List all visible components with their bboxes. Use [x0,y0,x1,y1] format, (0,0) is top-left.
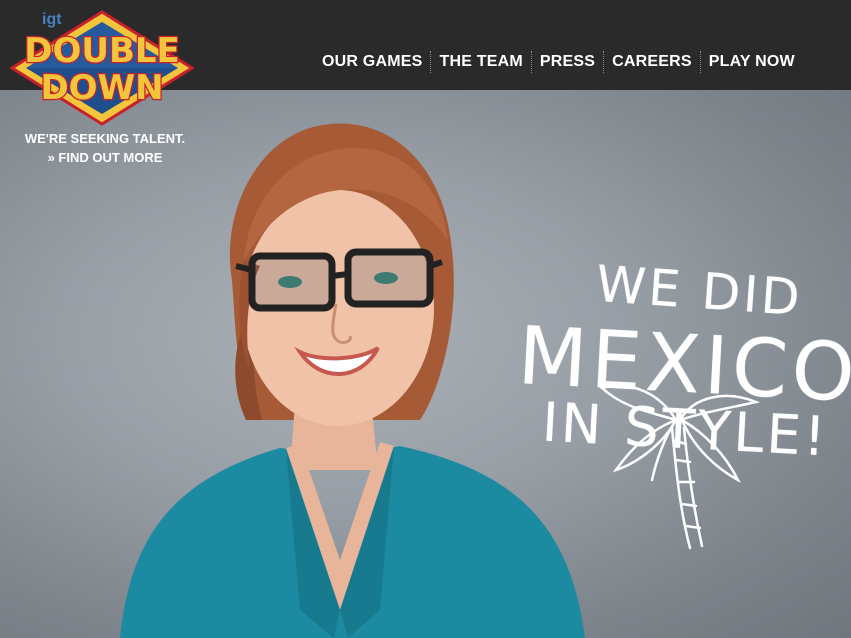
main-nav: OUR GAMES THE TEAM PRESS CAREERS PLAY NO… [314,50,803,74]
nav-the-team[interactable]: THE TEAM [430,51,530,73]
find-out-more-link[interactable]: » FIND OUT MORE [0,148,210,167]
talent-promo: WE'RE SEEKING TALENT. » FIND OUT MORE [0,129,210,167]
nav-careers[interactable]: CAREERS [603,51,700,73]
logo-double-text: DOUBLE [24,31,180,71]
logo-down-text: DOWN [40,68,163,108]
doubledown-logo[interactable]: igt DOUBLE DOWN [6,6,198,126]
nav-play-now[interactable]: PLAY NOW [699,51,803,73]
nav-our-games[interactable]: OUR GAMES [314,51,430,73]
nav-press[interactable]: PRESS [530,51,603,73]
talent-promo-text: WE'RE SEEKING TALENT. [24,131,186,146]
hero-banner: WE DID MEXICO IN STYLE! [0,90,851,638]
igt-brand-text: igt [42,11,62,28]
